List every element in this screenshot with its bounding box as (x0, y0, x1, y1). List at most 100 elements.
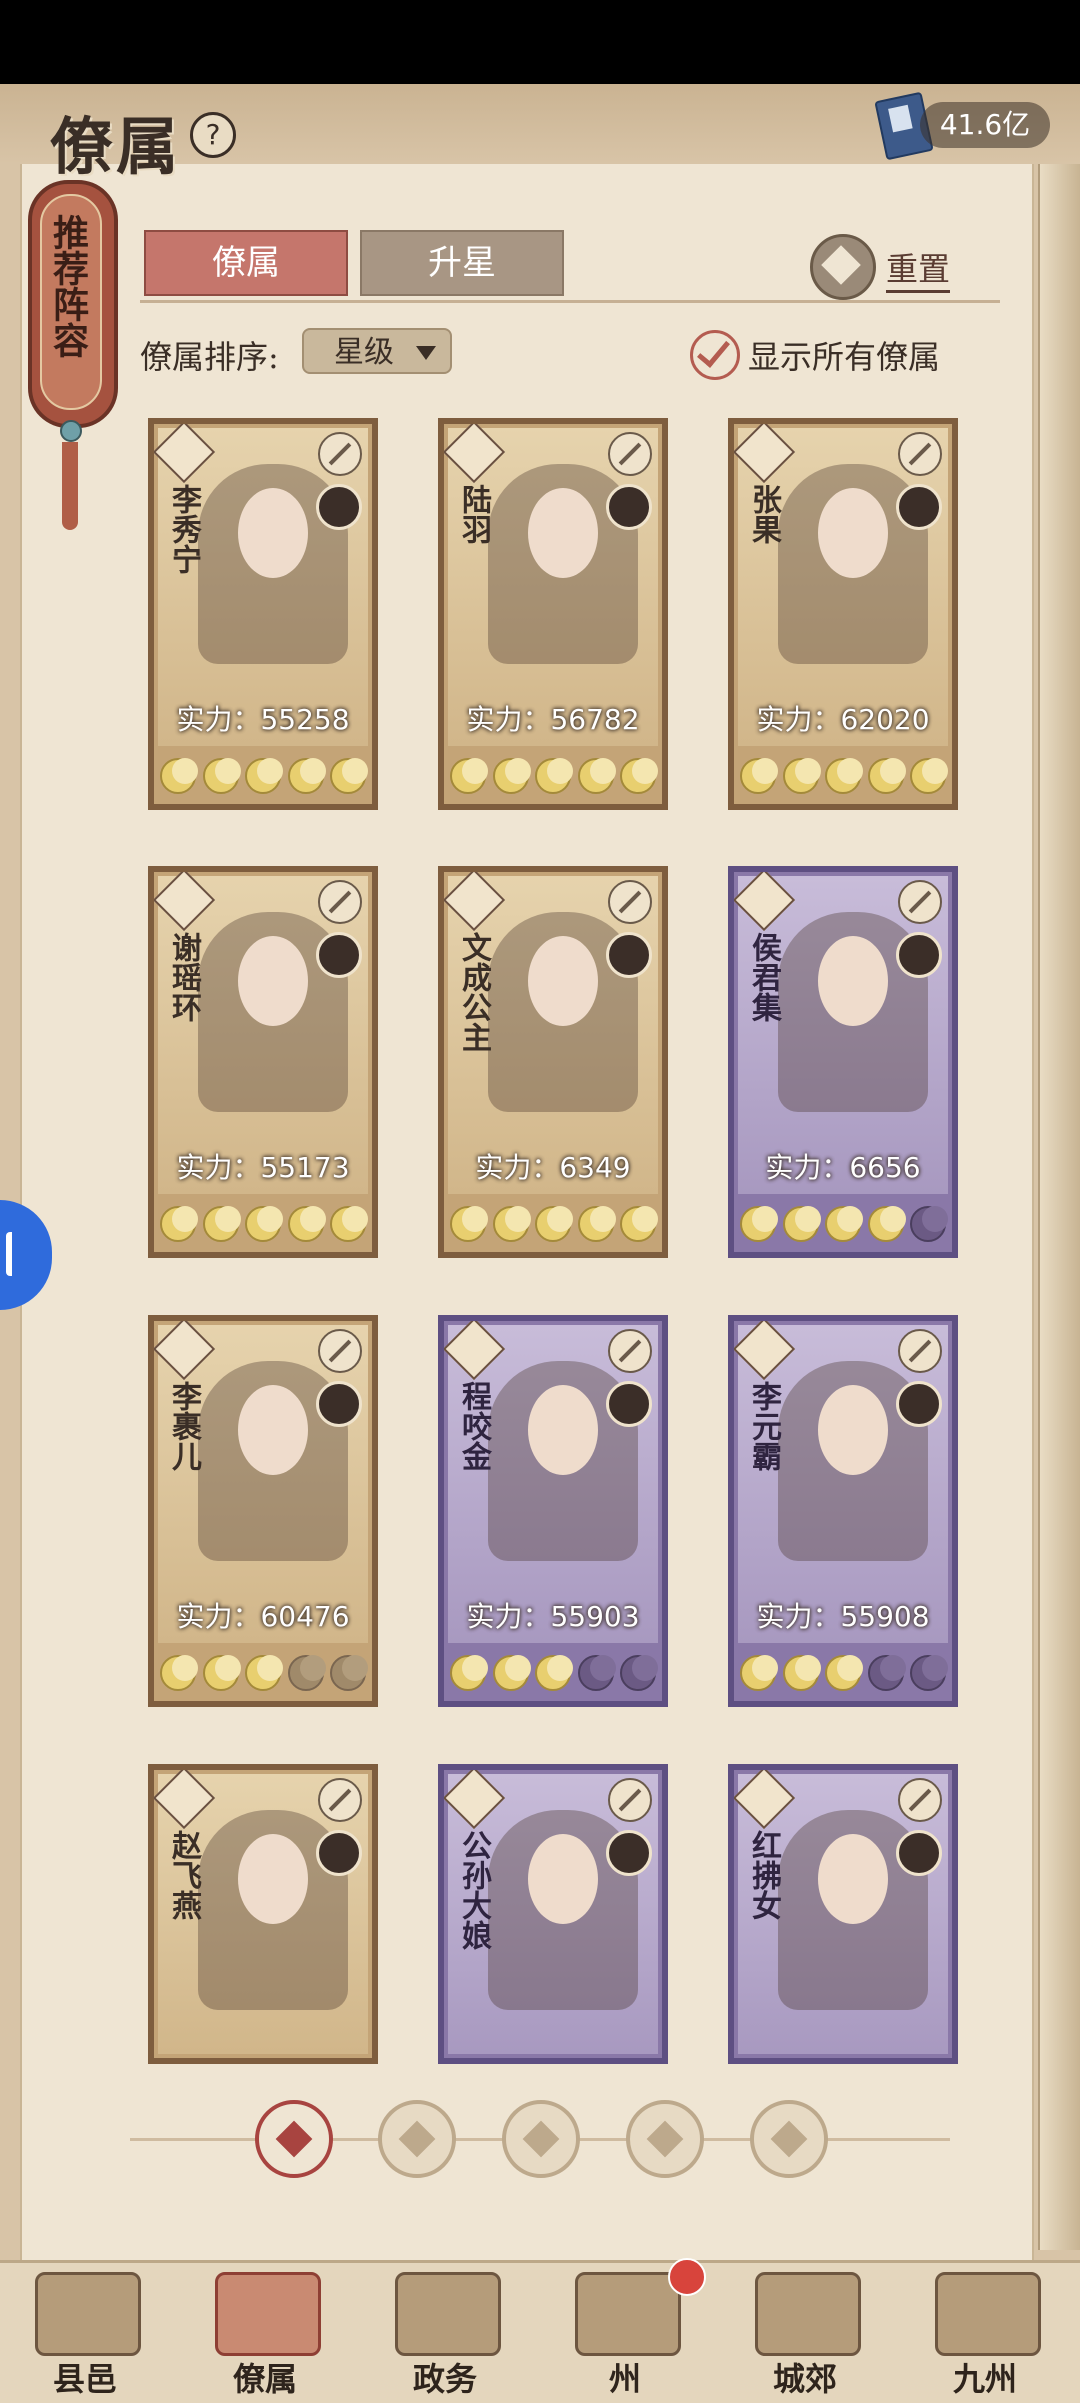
star-rating (450, 754, 658, 798)
nav-suburbs[interactable]: 城郊 (740, 2268, 870, 2398)
star-rating (160, 1202, 368, 1246)
partner-avatar (316, 1381, 362, 1427)
subordinate-card[interactable]: 文成公主 实力：6349 (438, 866, 668, 1258)
moon-star-icon (910, 1655, 948, 1691)
sort-value: 星级 (334, 335, 394, 370)
nav-subordinates[interactable]: 僚属 (200, 2268, 330, 2398)
currency-display: 41.6亿 (874, 91, 1060, 161)
subordinate-card[interactable]: 程咬金 实力：55903 (438, 1315, 668, 1707)
palace-icon (575, 2272, 681, 2356)
tab-subordinates[interactable]: 僚属 (144, 230, 348, 296)
status-bar (0, 0, 1080, 84)
card-power: 实力：56782 (466, 703, 640, 736)
moon-star-icon (160, 1655, 198, 1691)
card-name: 李裹儿 (166, 1381, 201, 1471)
subordinate-card[interactable]: 李秀宁 实力：55258 (148, 418, 378, 810)
moon-star-icon (825, 1655, 863, 1691)
moon-star-icon (740, 758, 778, 794)
fan-filter-icon[interactable] (626, 2100, 704, 2178)
moon-star-icon (450, 1206, 488, 1242)
talent-icon (318, 1329, 362, 1373)
sort-dropdown[interactable]: 星级 (302, 328, 452, 374)
moon-star-icon (202, 1206, 241, 1242)
moon-star-icon (492, 1655, 531, 1691)
moon-star-icon (287, 1655, 326, 1691)
moon-star-icon (330, 1655, 368, 1691)
moon-star-icon (620, 1655, 658, 1691)
nav-county[interactable]: 县邑 (20, 2268, 150, 2398)
question-icon[interactable]: ? (190, 112, 236, 158)
subordinate-card[interactable]: 陆羽 实力：56782 (438, 418, 668, 810)
town-icon (755, 2272, 861, 2356)
show-all-checkbox[interactable] (690, 330, 740, 380)
chevron-down-icon (416, 346, 436, 360)
bottom-nav (0, 2260, 1080, 2403)
card-power: 实力：55903 (466, 1600, 640, 1633)
moon-star-icon (577, 1655, 616, 1691)
partner-avatar (606, 484, 652, 530)
card-power: 实力：62020 (756, 703, 930, 736)
nav-label: 僚属 (232, 2360, 297, 2398)
moon-star-icon (577, 1206, 616, 1242)
card-name: 张果 (746, 484, 781, 544)
partner-avatar (896, 1381, 942, 1427)
moon-star-icon (202, 758, 241, 794)
moon-star-icon (867, 1206, 906, 1242)
recommended-lineup-label: 推荐阵容 (47, 214, 89, 358)
subordinate-card[interactable]: 谢瑶环 实力：55173 (148, 866, 378, 1258)
moon-star-icon (782, 758, 821, 794)
card-power: 实力：60476 (176, 1600, 350, 1633)
moon-star-icon (160, 1206, 198, 1242)
reset-icon[interactable] (810, 234, 876, 300)
show-all-label: 显示所有僚属 (748, 338, 941, 376)
moon-star-icon (740, 1206, 778, 1242)
moon-star-icon (202, 1655, 241, 1691)
talent-icon (608, 432, 652, 476)
moon-star-icon (867, 1655, 906, 1691)
talent-icon (898, 1778, 942, 1822)
subordinate-card[interactable]: 赵飞燕 (148, 1764, 378, 2064)
moon-star-icon (287, 1206, 326, 1242)
subordinate-card[interactable]: 张果实力：62020 (728, 418, 958, 810)
card-name: 赵飞燕 (166, 1830, 201, 1920)
subordinate-card[interactable]: 侯君集 实力：6656 (728, 866, 958, 1258)
county-icon (35, 2272, 141, 2356)
moon-star-icon (330, 1206, 368, 1242)
subordinate-card[interactable]: 红拂女 (728, 1764, 958, 2064)
subordinate-card[interactable]: 李裹儿实力：60476 (148, 1315, 378, 1707)
nav-affairs[interactable]: 政务 (380, 2268, 510, 2398)
card-name: 红拂女 (746, 1830, 781, 1920)
talent-icon (318, 1778, 362, 1822)
moon-star-icon (450, 1655, 488, 1691)
moon-star-icon (492, 758, 531, 794)
star-rating (450, 1202, 658, 1246)
talent-icon (608, 1329, 652, 1373)
card-power: 实力：6349 (475, 1151, 631, 1184)
partner-avatar (606, 1830, 652, 1876)
talent-icon (608, 880, 652, 924)
gourd-filter-icon[interactable] (502, 2100, 580, 2178)
map-icon (935, 2272, 1041, 2356)
partner-avatar (606, 1381, 652, 1427)
subordinate-card[interactable]: 公孙大娘 (438, 1764, 668, 2064)
tassel-decoration (58, 420, 82, 530)
documents-icon (395, 2272, 501, 2356)
reset-button[interactable]: 重置 (886, 244, 951, 293)
nav-label: 州 (608, 2360, 641, 2398)
moon-star-icon (825, 758, 863, 794)
card-name: 侯君集 (746, 932, 781, 1022)
all-filter-icon[interactable] (255, 2100, 333, 2178)
subordinate-card[interactable]: 李元霸 实力：55908 (728, 1315, 958, 1707)
helmet-filter-icon[interactable] (378, 2100, 456, 2178)
nav-nine-provinces[interactable]: 九州 (920, 2268, 1050, 2398)
beast-filter-icon[interactable] (750, 2100, 828, 2178)
moon-star-icon (782, 1655, 821, 1691)
moon-star-icon (825, 1206, 863, 1242)
moon-star-icon (245, 1655, 283, 1691)
tab-star-up[interactable]: 升星 (360, 230, 564, 296)
partner-avatar (896, 932, 942, 978)
moon-star-icon (492, 1206, 531, 1242)
moon-star-icon (535, 1655, 573, 1691)
moon-star-icon (867, 758, 906, 794)
moon-star-icon (535, 758, 573, 794)
